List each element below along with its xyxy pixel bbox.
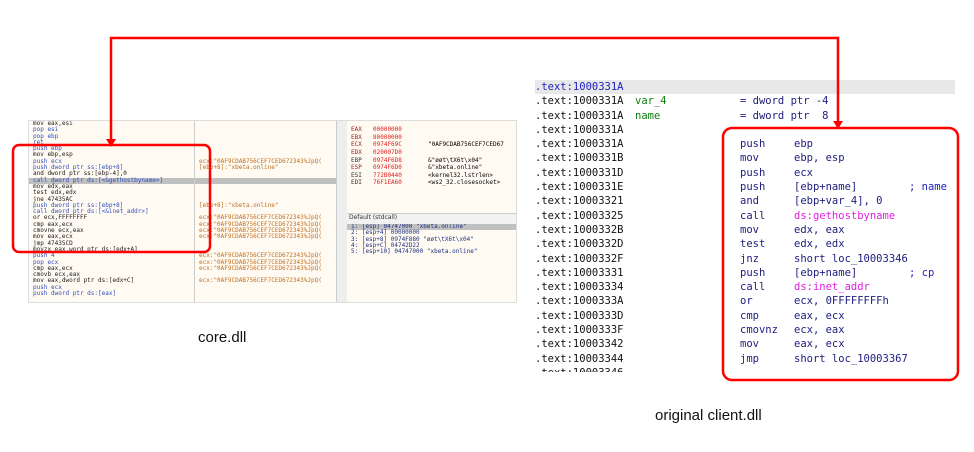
connector-arrow-line — [109, 36, 840, 141]
left-highlight-box — [11, 143, 212, 254]
annotation-overlay — [11, 36, 960, 382]
right-highlight-box — [721, 126, 960, 382]
